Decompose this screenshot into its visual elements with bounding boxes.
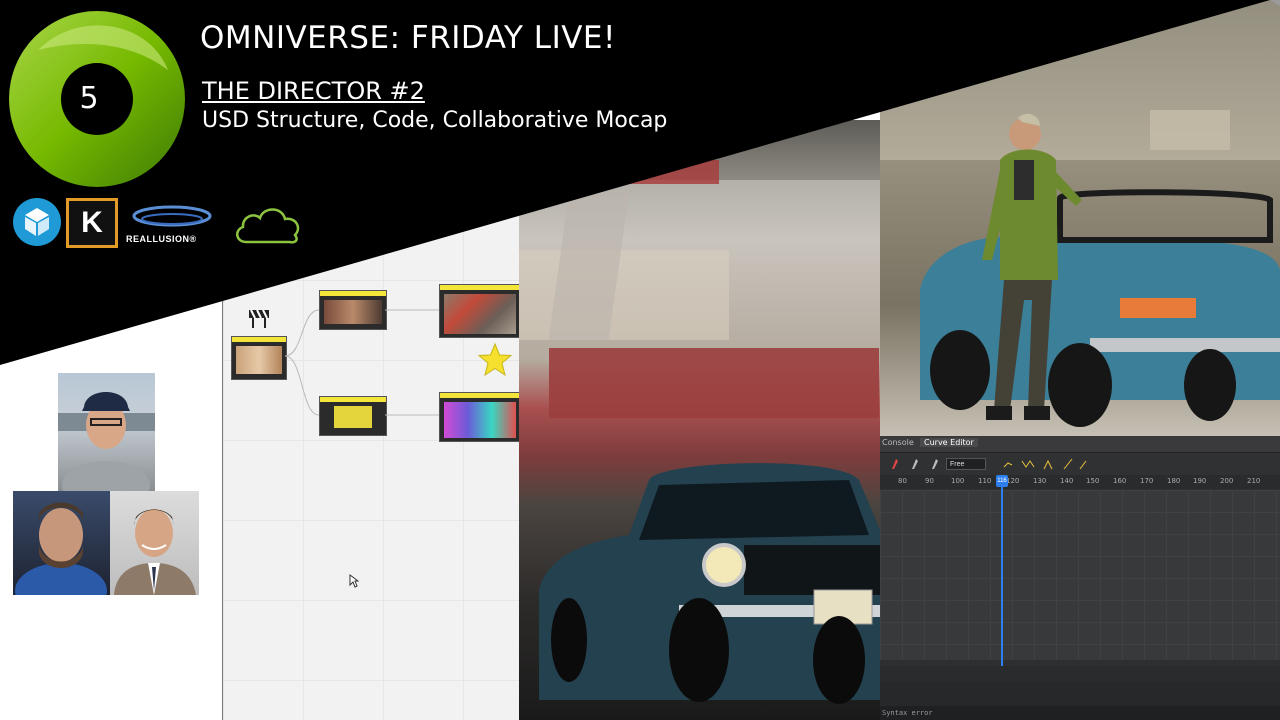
key-tools-icons[interactable]: [888, 457, 948, 471]
ruler-tick: 210: [1247, 477, 1261, 485]
tab-console[interactable]: Console: [882, 438, 914, 447]
ruler-tick: 100: [951, 477, 965, 485]
animation-viewport-panel[interactable]: Console Curve Editor Free 80 90 100 110 …: [880, 0, 1280, 720]
tangent-tools-icons[interactable]: [1002, 457, 1092, 471]
mouse-cursor-icon: [349, 574, 359, 588]
ruler-tick: 110: [978, 477, 992, 485]
ruler-tick: 190: [1193, 477, 1207, 485]
ruler-tick: 150: [1086, 477, 1100, 485]
frame-ruler-bottom: [880, 666, 1280, 682]
panel-tab-bar: Console Curve Editor: [880, 436, 1280, 453]
episode-number: 5: [79, 81, 99, 116]
kitbash-k-logo: K: [66, 198, 118, 248]
car-render-viewport: [519, 120, 880, 720]
presenter-photo-bottom-right: [110, 491, 199, 595]
ruler-tick: 130: [1033, 477, 1047, 485]
curve-graph-area[interactable]: [880, 490, 1280, 660]
playhead-line[interactable]: [1001, 476, 1003, 666]
presenter-photo-top: [58, 373, 155, 491]
ruler-tick: 200: [1220, 477, 1234, 485]
ruler-tick: 170: [1140, 477, 1154, 485]
ruler-tick: 160: [1113, 477, 1127, 485]
mocap-scene-render: [880, 0, 1280, 436]
ruler-tick: 90: [925, 477, 934, 485]
show-title: OMNIVERSE: FRIDAY LIVE!: [200, 20, 616, 56]
mocap-character-figure: [982, 113, 1082, 420]
ruler-tick: 140: [1060, 477, 1074, 485]
curve-editor-toolbar: [880, 453, 1280, 475]
node-graph-panel[interactable]: [222, 200, 521, 720]
reallusion-wordmark: REALLUSION®: [126, 234, 197, 244]
playhead-handle[interactable]: 116: [996, 475, 1008, 487]
ruler-tick: 180: [1167, 477, 1181, 485]
interpolation-select[interactable]: Free: [946, 458, 986, 470]
episode-topics: USD Structure, Code, Collaborative Mocap: [202, 108, 668, 133]
presenter-photo-bottom-left: [13, 491, 110, 595]
status-bar: Syntax error: [880, 706, 1280, 720]
episode-subtitle: THE DIRECTOR #2: [202, 77, 425, 105]
tab-curve-editor[interactable]: Curve Editor: [920, 438, 978, 447]
cube-logo: [13, 198, 61, 246]
cloud-logo: [232, 202, 304, 246]
classic-car-illustration: [539, 463, 880, 704]
ruler-tick: 120: [1006, 477, 1020, 485]
ruler-tick: 80: [898, 477, 907, 485]
